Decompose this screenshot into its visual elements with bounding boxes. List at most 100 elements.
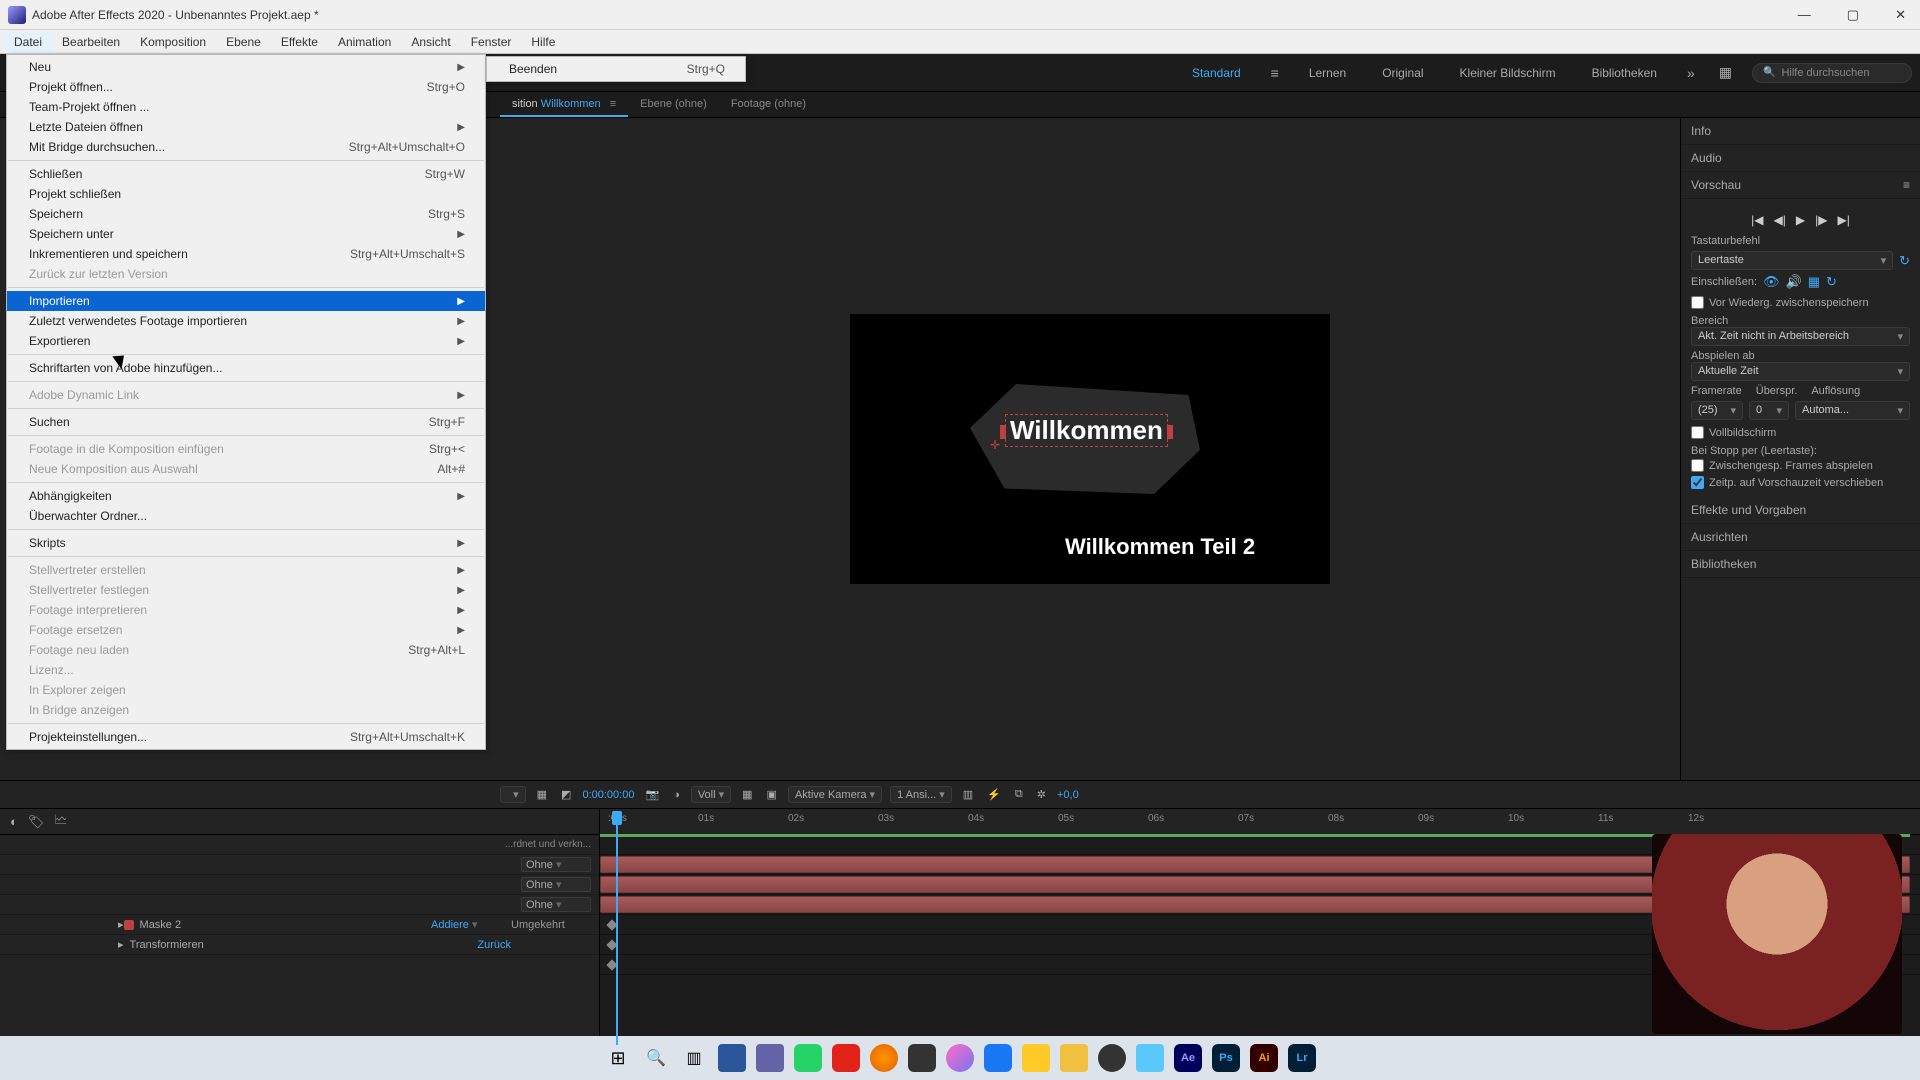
tab-menu-icon[interactable]: ≡: [610, 98, 616, 110]
transform-row[interactable]: ▸ Transformieren Zurück: [0, 935, 599, 955]
menu-item[interactable]: Abhängigkeiten▶: [7, 486, 485, 506]
taskbar-facebook-icon[interactable]: [984, 1044, 1012, 1072]
tl-tag-icon[interactable]: 🏷: [28, 814, 45, 830]
tab-ebene[interactable]: Ebene (ohne): [628, 93, 719, 117]
help-search-input[interactable]: Hilfe durchsuchen: [1752, 63, 1912, 83]
parent-select[interactable]: Ohne: [521, 877, 591, 892]
taskbar-notes-icon[interactable]: [1136, 1044, 1164, 1072]
taskbar-ps-icon[interactable]: Ps: [1212, 1044, 1240, 1072]
last-frame-button[interactable]: ▶|: [1837, 213, 1849, 227]
tab-footage[interactable]: Footage (ohne): [719, 93, 818, 117]
cache-before-play-checkbox[interactable]: [1691, 296, 1704, 309]
menu-item[interactable]: Letzte Dateien öffnen▶: [7, 117, 485, 137]
tl-graph-icon[interactable]: 🗠: [54, 811, 67, 833]
menu-item[interactable]: Exportieren▶: [7, 331, 485, 351]
workspace-standard[interactable]: Standard: [1184, 63, 1249, 83]
taskbar-app4-icon[interactable]: [1060, 1044, 1088, 1072]
menu-item[interactable]: SchließenStrg+W: [7, 164, 485, 184]
workspace-original[interactable]: Original: [1374, 63, 1431, 83]
mask-invert-label[interactable]: Umgekehrt: [511, 919, 591, 931]
taskbar-messenger-icon[interactable]: [946, 1044, 974, 1072]
anchor-icon[interactable]: [990, 436, 1000, 446]
taskbar-whatsapp-icon[interactable]: [794, 1044, 822, 1072]
menu-item[interactable]: SuchenStrg+F: [7, 412, 485, 432]
menu-animation[interactable]: Animation: [328, 32, 401, 52]
channel-icon[interactable]: ◑: [670, 789, 683, 801]
menu-item[interactable]: Projekt öffnen...Strg+O: [7, 77, 485, 97]
menu-item[interactable]: Skripts▶: [7, 533, 485, 553]
menu-item[interactable]: Inkrementieren und speichernStrg+Alt+Ums…: [7, 244, 485, 264]
mask-row[interactable]: ▸ Maske 2 Addiere Umgekehrt: [0, 915, 599, 935]
next-frame-button[interactable]: |▶: [1815, 213, 1827, 227]
video-icon[interactable]: 👁: [1763, 274, 1780, 290]
menu-item[interactable]: Team-Projekt öffnen ...: [7, 97, 485, 117]
menu-item[interactable]: Zuletzt verwendetes Footage importieren▶: [7, 311, 485, 331]
taskbar-ae-icon[interactable]: Ae: [1174, 1044, 1202, 1072]
prev-frame-button[interactable]: ◀|: [1774, 213, 1786, 227]
grid-icon[interactable]: ▦: [534, 788, 550, 801]
minimize-button[interactable]: —: [1792, 5, 1817, 25]
workspace-lernen[interactable]: Lernen: [1301, 63, 1354, 83]
time-ruler[interactable]: :00s 01s 02s 03s 04s 05s 06s 07s 08s 09s…: [600, 809, 1920, 835]
skip-select[interactable]: 0: [1749, 401, 1789, 420]
workspace-panel-icon[interactable]: ▦: [1715, 62, 1736, 83]
panel-audio[interactable]: Audio: [1681, 145, 1920, 172]
menu-datei[interactable]: Datei: [4, 32, 52, 52]
menu-item[interactable]: Speichern unter▶: [7, 224, 485, 244]
mask-color-icon[interactable]: [124, 920, 134, 930]
range-select[interactable]: Akt. Zeit nicht in Arbeitsbereich: [1691, 327, 1910, 346]
panel-effects[interactable]: Effekte und Vorgaben: [1681, 497, 1920, 524]
play-button[interactable]: ▶: [1796, 213, 1805, 227]
tl-shy-icon[interactable]: ◐: [10, 814, 18, 829]
mask-mode-select[interactable]: Addiere: [431, 918, 511, 931]
parent-select[interactable]: Ohne: [521, 897, 591, 912]
fast-preview-icon[interactable]: ⚡: [984, 788, 1004, 801]
composition-canvas[interactable]: Willkommen Willkommen Teil 2: [850, 314, 1330, 584]
refresh-icon[interactable]: ↻: [1826, 274, 1837, 290]
workspace-bibliotheken[interactable]: Bibliotheken: [1584, 63, 1665, 83]
workspace-more-icon[interactable]: »: [1683, 63, 1699, 83]
taskbar-app-icon[interactable]: [718, 1044, 746, 1072]
panel-libraries[interactable]: Bibliotheken: [1681, 551, 1920, 578]
transparency-icon[interactable]: ▦: [739, 788, 755, 801]
magnification-select[interactable]: [500, 786, 526, 803]
taskbar-app2-icon[interactable]: [832, 1044, 860, 1072]
taskbar-firefox-icon[interactable]: [870, 1044, 898, 1072]
menu-fenster[interactable]: Fenster: [461, 32, 522, 52]
menu-item[interactable]: Projekteinstellungen...Strg+Alt+Umschalt…: [7, 727, 485, 747]
menu-item[interactable]: Importieren▶: [7, 291, 485, 311]
workspace-options-icon[interactable]: ≡: [1267, 63, 1283, 83]
flowchart-icon[interactable]: ✲: [1034, 788, 1049, 801]
resolution-select[interactable]: Automa...: [1795, 401, 1910, 420]
transform-reset-button[interactable]: Zurück: [477, 939, 511, 951]
menu-komposition[interactable]: Komposition: [130, 32, 216, 52]
menu-ebene[interactable]: Ebene: [216, 32, 271, 52]
panel-align[interactable]: Ausrichten: [1681, 524, 1920, 551]
close-button[interactable]: ✕: [1889, 5, 1912, 25]
shortcut-select[interactable]: Leertaste: [1691, 251, 1893, 270]
taskbar-teams-icon[interactable]: [756, 1044, 784, 1072]
snapshot-icon[interactable]: 📷: [642, 788, 662, 801]
text-layer-willkommen[interactable]: Willkommen: [1005, 414, 1168, 447]
camera-select[interactable]: Aktive Kamera: [788, 786, 882, 803]
taskbar-obs-icon[interactable]: [1098, 1044, 1126, 1072]
workspace-kleiner-bildschirm[interactable]: Kleiner Bildschirm: [1452, 63, 1564, 83]
composition-viewer[interactable]: Willkommen Willkommen Teil 2: [500, 118, 1680, 780]
audio-icon[interactable]: 🔊: [1786, 274, 1802, 290]
menu-effekte[interactable]: Effekte: [271, 32, 328, 52]
playhead[interactable]: [610, 809, 624, 835]
panel-menu-icon[interactable]: ≡: [1903, 178, 1910, 192]
menu-item[interactable]: Mit Bridge durchsuchen...Strg+Alt+Umscha…: [7, 137, 485, 157]
playfrom-select[interactable]: Aktuelle Zeit: [1691, 362, 1910, 381]
first-frame-button[interactable]: |◀: [1751, 213, 1763, 227]
taskbar-search-icon[interactable]: 🔍: [642, 1044, 670, 1072]
menu-item[interactable]: SpeichernStrg+S: [7, 204, 485, 224]
menu-ansicht[interactable]: Ansicht: [401, 32, 460, 52]
taskbar-lr-icon[interactable]: Lr: [1288, 1044, 1316, 1072]
parent-select[interactable]: Ohne: [521, 857, 591, 872]
loop-icon[interactable]: ↻: [1899, 253, 1910, 269]
pixel-aspect-icon[interactable]: ▥: [960, 788, 976, 801]
region-icon[interactable]: ▣: [764, 788, 780, 801]
taskbar-explorer-icon[interactable]: [1022, 1044, 1050, 1072]
panel-preview[interactable]: Vorschau ≡: [1681, 172, 1920, 199]
